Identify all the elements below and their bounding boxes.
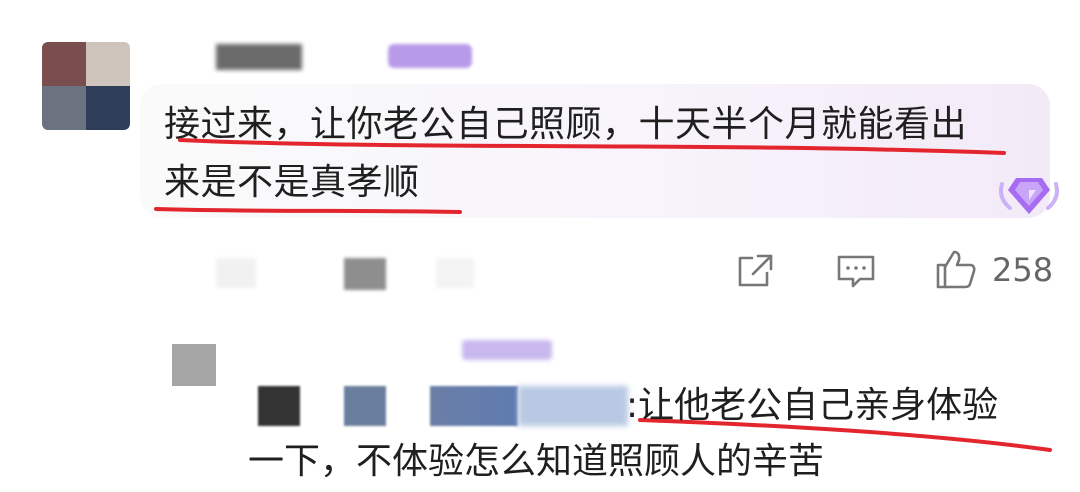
- reply-username-blurred: [462, 340, 552, 360]
- reply-to-name-blurred-3[interactable]: [430, 386, 518, 426]
- share-icon[interactable]: [736, 253, 776, 289]
- reply-content: 让他老公自己亲身体验: [638, 385, 999, 426]
- reply-to-name-blurred-1[interactable]: [258, 386, 300, 426]
- comment-meta-blurred-3: [436, 258, 474, 288]
- comment-meta-blurred: [216, 258, 256, 288]
- diamond-badge-icon: [999, 178, 1059, 214]
- comment-icon[interactable]: [836, 253, 876, 291]
- reply-to-name-blurred-2[interactable]: [344, 386, 386, 426]
- reply-text-line-1: :让他老公自己亲身体验: [626, 376, 998, 436]
- thumbs-up-icon[interactable]: [934, 248, 978, 290]
- comment-meta-blurred-2: [344, 258, 386, 290]
- reply-avatar-blurred[interactable]: [172, 344, 216, 386]
- reply-separator: :: [626, 385, 639, 426]
- like-count: 258: [992, 251, 1054, 289]
- reply-to-name-blurred-4[interactable]: [518, 386, 628, 426]
- reply-text-line-2: 一下，不体验怎么知道照顾人的辛苦: [248, 441, 825, 482]
